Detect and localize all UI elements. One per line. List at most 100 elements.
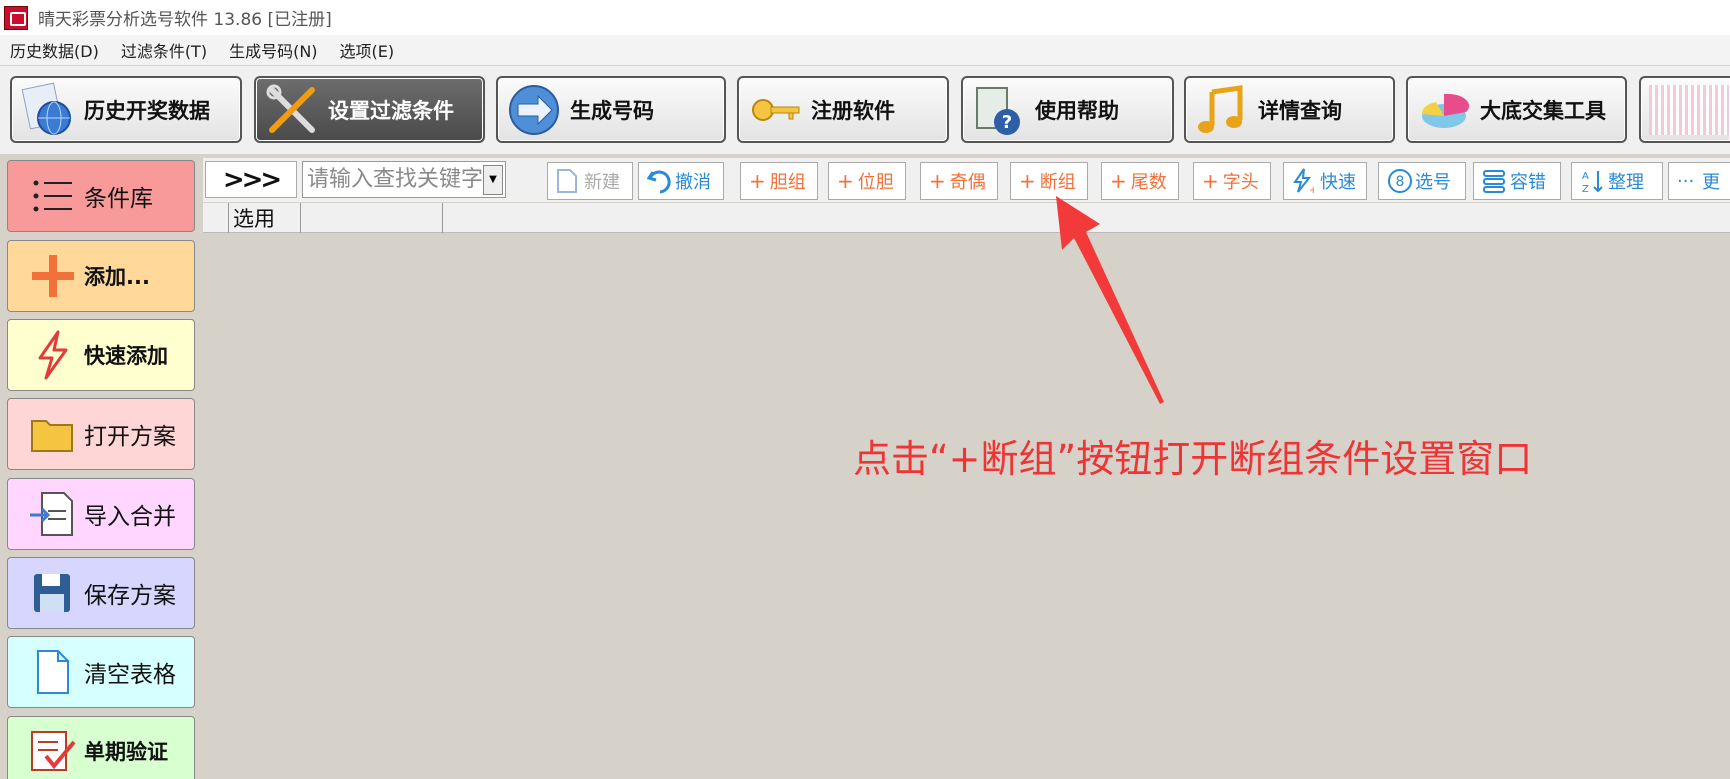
set-filter-label: 设置过滤条件: [328, 98, 454, 123]
condition-grid-header: 选用: [203, 203, 1730, 233]
plus-icon: [28, 251, 78, 301]
single-period-verify-label: 单期验证: [84, 740, 168, 764]
condition-library-label: 条件库: [84, 186, 153, 212]
usage-help-button[interactable]: ? 使用帮助: [961, 76, 1174, 143]
more-button[interactable]: ··· 更: [1668, 162, 1730, 200]
import-merge-label: 导入合并: [84, 504, 176, 530]
big-intersection-tool-label: 大底交集工具: [1480, 98, 1606, 123]
overflow-toolbar-button[interactable]: [1639, 76, 1730, 143]
register-software-button[interactable]: 注册软件: [737, 76, 949, 143]
condition-library-button[interactable]: 条件库: [7, 160, 195, 232]
menu-history-data[interactable]: 历史数据(D): [0, 38, 109, 62]
row-header-cell: [203, 203, 229, 233]
set-filter-button[interactable]: 设置过滤条件: [254, 76, 485, 143]
clear-table-button[interactable]: 清空表格: [7, 636, 195, 708]
list-icon: [28, 171, 78, 221]
svg-text:Z: Z: [1582, 184, 1589, 194]
open-scheme-button[interactable]: 打开方案: [7, 398, 195, 470]
select-number-button[interactable]: 8 选号: [1378, 162, 1466, 200]
title-bar: 晴天彩票分析选号软件 13.86 [已注册]: [0, 0, 1730, 35]
save-scheme-button[interactable]: 保存方案: [7, 557, 195, 629]
plus-icon: +: [929, 169, 946, 193]
register-software-label: 注册软件: [811, 98, 895, 123]
grid-chart-icon: [1649, 84, 1729, 135]
organize-button[interactable]: AZ 整理: [1571, 162, 1663, 200]
svg-text:A: A: [1582, 171, 1589, 182]
window-title: 晴天彩票分析选号软件 13.86 [已注册]: [38, 10, 332, 30]
quick-label: 快速: [1320, 172, 1356, 193]
globe-documents-icon: [20, 82, 76, 138]
annotation-arrow: [1056, 196, 1164, 404]
menu-bar: 历史数据(D) 过滤条件(T) 生成号码(N) 选项(E): [0, 35, 1730, 65]
new-condition-button[interactable]: 新建: [547, 162, 633, 200]
clear-table-label: 清空表格: [84, 662, 176, 688]
new-page-icon: [556, 168, 578, 194]
odd-even-label: 奇偶: [949, 172, 986, 193]
generate-numbers-label: 生成号码: [570, 98, 654, 123]
search-dropdown-arrow-icon[interactable]: ▼: [483, 164, 503, 195]
history-data-label: 历史开奖数据: [84, 98, 210, 123]
generate-numbers-button[interactable]: 生成号码: [496, 76, 726, 143]
save-scheme-label: 保存方案: [84, 583, 176, 609]
more-dots-icon: ···: [1677, 170, 1695, 192]
add-odd-even-button[interactable]: + 奇偶: [920, 162, 998, 200]
condition-toolbar: >>> ▼ 新建 撤消 + 胆组 + 位胆 + 奇偶 + 断组 + 尾数 + 字…: [203, 158, 1730, 202]
expand-arrows-button[interactable]: >>>: [205, 161, 297, 198]
organize-label: 整理: [1608, 172, 1644, 193]
menu-options[interactable]: 选项(E): [330, 38, 405, 62]
add-head-digit-button[interactable]: + 字头: [1193, 162, 1271, 200]
details-query-label: 详情查询: [1258, 98, 1342, 123]
svg-text:?: ?: [1002, 112, 1012, 133]
column-header-blank[interactable]: [301, 203, 443, 233]
keyword-search-input[interactable]: [303, 167, 483, 192]
big-intersection-tool-button[interactable]: 大底交集工具: [1406, 76, 1627, 143]
svg-text:+: +: [1309, 185, 1314, 194]
pie-chart-icon: [1416, 82, 1472, 138]
app-logo-icon: [4, 5, 28, 30]
details-query-button[interactable]: 详情查询: [1184, 76, 1395, 143]
undo-button[interactable]: 撤消: [638, 162, 724, 200]
open-scheme-label: 打开方案: [84, 424, 176, 450]
dan-group-label: 胆组: [769, 172, 806, 193]
history-data-button[interactable]: 历史开奖数据: [10, 76, 242, 143]
quick-add-button[interactable]: 快速添加: [7, 319, 195, 391]
condition-grid-body[interactable]: [203, 233, 1730, 779]
music-note-icon: [1194, 82, 1250, 138]
plus-icon: +: [1202, 169, 1219, 193]
lightning-icon: [28, 330, 78, 380]
number-ball-icon: 8: [1387, 168, 1412, 194]
undo-icon: [646, 168, 671, 194]
head-digit-label: 字头: [1222, 172, 1259, 193]
undo-label: 撤消: [675, 172, 711, 193]
folder-icon: [28, 409, 78, 459]
menu-generate-numbers[interactable]: 生成号码(N): [219, 38, 327, 62]
fault-tolerance-label: 容错: [1510, 172, 1546, 193]
select-number-label: 选号: [1415, 172, 1451, 193]
key-icon: [747, 82, 803, 138]
add-dan-group-button[interactable]: + 胆组: [740, 162, 818, 200]
fault-tolerance-button[interactable]: 容错: [1473, 162, 1561, 200]
add-position-dan-button[interactable]: + 位胆: [828, 162, 906, 200]
plus-icon: +: [837, 169, 854, 193]
tools-icon: [264, 82, 320, 138]
new-condition-label: 新建: [584, 172, 620, 193]
main-toolbar: 历史开奖数据 设置过滤条件 生成号码 注册软件 ? 使用帮助 详情查询 大底交集…: [0, 66, 1730, 154]
plus-icon: +: [749, 169, 766, 193]
left-action-panel: 条件库 添加... 快速添加 打开方案 导入合并 保存方案 清空表格 单期验证: [0, 154, 202, 779]
single-period-verify-button[interactable]: 单期验证: [7, 716, 195, 779]
save-icon: [28, 568, 78, 618]
position-dan-label: 位胆: [857, 172, 894, 193]
arrow-circle-icon: [506, 82, 562, 138]
sort-az-icon: AZ: [1580, 168, 1603, 195]
lightning-plus-icon: +: [1292, 168, 1317, 196]
more-label: 更: [1702, 172, 1721, 193]
keyword-search-box: ▼: [302, 161, 506, 198]
add-button[interactable]: 添加...: [7, 240, 195, 312]
import-icon: [28, 489, 78, 539]
stack-icon: [1482, 168, 1505, 194]
import-merge-button[interactable]: 导入合并: [7, 478, 195, 550]
menu-filter-conditions[interactable]: 过滤条件(T): [111, 38, 217, 62]
quick-button[interactable]: + 快速: [1283, 162, 1367, 200]
svg-text:8: 8: [1396, 174, 1405, 190]
column-header-select[interactable]: 选用: [229, 203, 301, 233]
